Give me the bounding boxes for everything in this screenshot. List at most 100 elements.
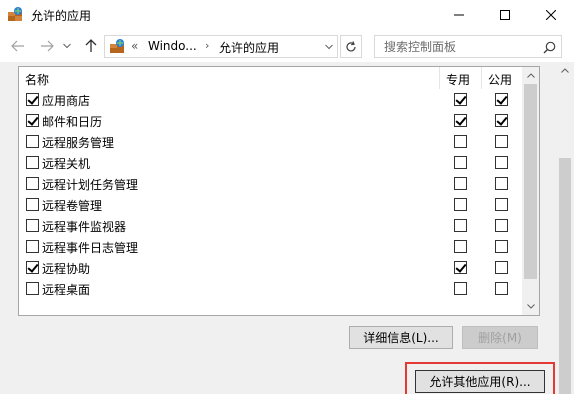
content-area: 名称 专用 公用 应用商店邮件和日历远程服务管理 远程关机远程计划任务管理 远程卷管… (0, 62, 574, 394)
breadcrumb-allowed-apps[interactable]: 允许的应用 (219, 39, 279, 56)
window-scroll-thumb[interactable] (559, 158, 571, 394)
search-icon[interactable] (541, 39, 557, 55)
app-name-label: 远程服务管理 (42, 136, 115, 150)
list-item[interactable]: 远程事件监视器 (19, 215, 523, 236)
search-input[interactable] (375, 36, 535, 57)
maximize-button[interactable] (482, 0, 528, 30)
public-network-checkbox[interactable] (495, 135, 508, 148)
window-title: 允许的应用 (31, 9, 92, 23)
app-name-label: 应用商店 (42, 94, 91, 108)
list-item[interactable]: 邮件和日历 (19, 110, 523, 131)
private-network-checkbox[interactable] (454, 135, 467, 148)
public-network-checkbox[interactable] (495, 282, 508, 295)
private-network-checkbox[interactable] (454, 198, 467, 211)
list-item[interactable]: 远程关机 (19, 152, 523, 173)
app-enabled-checkbox[interactable] (26, 261, 39, 274)
app-name-label: 远程事件日志管理 (42, 241, 139, 255)
private-network-checkbox[interactable] (454, 177, 467, 190)
up-button[interactable] (82, 37, 100, 55)
recent-locations-button[interactable] (60, 37, 74, 55)
public-network-checkbox[interactable] (495, 198, 508, 211)
chevron-down-icon (325, 44, 333, 49)
chevron-down-icon (526, 304, 535, 309)
app-enabled-checkbox[interactable] (26, 114, 39, 127)
window-scroll-up-button[interactable] (556, 62, 574, 79)
list-item[interactable]: 远程桌面 (19, 278, 523, 299)
private-network-checkbox[interactable] (454, 282, 467, 295)
chevron-up-icon (561, 68, 569, 73)
chevron-up-icon (526, 73, 535, 78)
private-network-checkbox[interactable] (454, 219, 467, 232)
column-header-public[interactable]: 公用 (488, 71, 512, 88)
list-item[interactable]: 远程计划任务管理 (19, 173, 523, 194)
app-name-label: 远程关机 (42, 157, 91, 171)
app-enabled-checkbox[interactable] (26, 240, 39, 253)
public-network-checkbox[interactable] (495, 177, 508, 190)
app-name-label: 远程协助 (42, 262, 91, 276)
address-dropdown-button[interactable] (323, 39, 335, 54)
allowed-apps-list[interactable]: 名称 专用 公用 应用商店邮件和日历远程服务管理 远程关机远程计划任务管理 远程卷管… (18, 66, 540, 316)
column-header-private[interactable]: 专用 (446, 71, 470, 88)
scroll-down-button[interactable] (522, 298, 539, 315)
address-overflow-chevron[interactable]: « (131, 39, 138, 53)
maximize-icon (500, 10, 510, 20)
app-enabled-checkbox[interactable] (26, 219, 39, 232)
column-divider (481, 67, 482, 89)
public-network-checkbox[interactable] (495, 93, 508, 106)
breadcrumb-separator[interactable]: › (205, 39, 209, 52)
navigation-bar: « Windo... › 允许的应用 (0, 30, 574, 62)
list-item[interactable]: 应用商店 (19, 89, 523, 110)
title-bar: 允许的应用 (0, 0, 574, 30)
scroll-up-button[interactable] (522, 67, 539, 84)
list-item[interactable]: 远程事件日志管理 (19, 236, 523, 257)
close-icon (546, 10, 556, 20)
details-button[interactable]: 详细信息(L)... (349, 326, 453, 349)
back-button[interactable] (9, 37, 27, 55)
control-panel-icon (109, 38, 125, 54)
column-header-name[interactable]: 名称 (25, 71, 49, 88)
allow-another-app-button[interactable]: 允许其他应用(R)... (415, 370, 545, 393)
private-network-checkbox[interactable] (454, 240, 467, 253)
breadcrumb-windows-firewall[interactable]: Windo... (148, 39, 197, 53)
scroll-thumb[interactable] (524, 84, 537, 279)
list-vertical-scrollbar[interactable] (522, 67, 539, 315)
list-header: 名称 专用 公用 (19, 67, 523, 89)
close-button[interactable] (528, 0, 574, 30)
private-network-checkbox[interactable] (454, 114, 467, 127)
app-enabled-checkbox[interactable] (26, 198, 39, 211)
search-box[interactable] (374, 35, 562, 58)
remove-button[interactable]: 删除(M) (462, 326, 538, 349)
public-network-checkbox[interactable] (495, 261, 508, 274)
public-network-checkbox[interactable] (495, 240, 508, 253)
private-network-checkbox[interactable] (454, 93, 467, 106)
window-vertical-scrollbar[interactable] (556, 62, 574, 394)
forward-button[interactable] (38, 37, 56, 55)
app-enabled-checkbox[interactable] (26, 177, 39, 190)
up-arrow-icon (85, 39, 97, 52)
address-bar[interactable]: « Windo... › 允许的应用 (104, 35, 338, 58)
chevron-down-icon (63, 43, 71, 49)
minimize-icon (454, 14, 464, 16)
public-network-checkbox[interactable] (495, 114, 508, 127)
list-item[interactable]: 远程服务管理 (19, 131, 523, 152)
refresh-icon (346, 40, 356, 51)
list-item[interactable]: 远程协助 (19, 257, 523, 278)
public-network-checkbox[interactable] (495, 156, 508, 169)
app-enabled-checkbox[interactable] (26, 282, 39, 295)
app-name-label: 邮件和日历 (42, 115, 103, 129)
public-network-checkbox[interactable] (495, 219, 508, 232)
app-enabled-checkbox[interactable] (26, 135, 39, 148)
allowed-apps-panel: 名称 专用 公用 应用商店邮件和日历远程服务管理 远程关机远程计划任务管理 远程卷管… (0, 62, 556, 356)
list-item[interactable]: 远程卷管理 (19, 194, 523, 215)
app-enabled-checkbox[interactable] (26, 93, 39, 106)
app-name-label: 远程事件监视器 (42, 220, 127, 234)
app-enabled-checkbox[interactable] (26, 156, 39, 169)
refresh-button[interactable] (340, 35, 362, 58)
minimize-button[interactable] (436, 0, 482, 30)
private-network-checkbox[interactable] (454, 261, 467, 274)
forward-arrow-icon (41, 40, 54, 52)
back-arrow-icon (11, 40, 24, 52)
firewall-app-icon (7, 6, 23, 22)
private-network-checkbox[interactable] (454, 156, 467, 169)
app-name-label: 远程桌面 (42, 283, 91, 297)
